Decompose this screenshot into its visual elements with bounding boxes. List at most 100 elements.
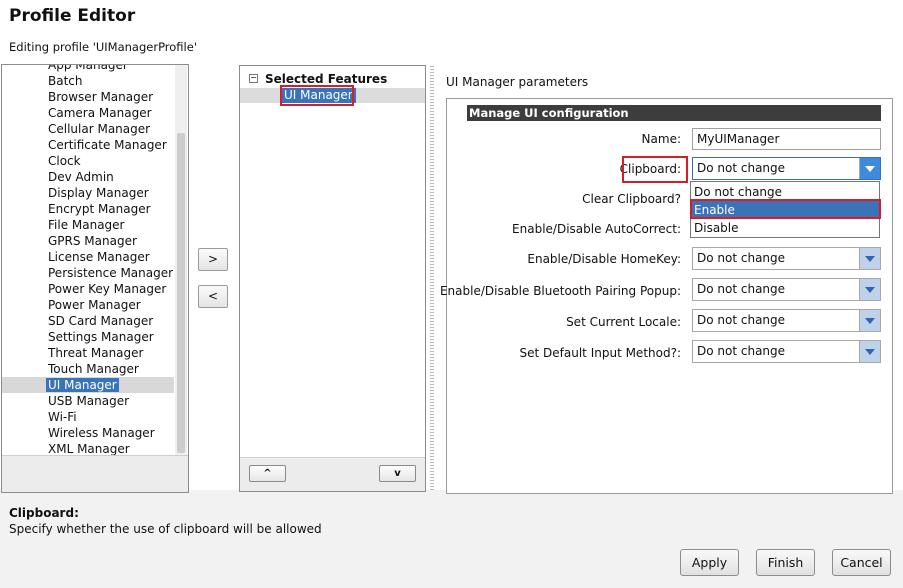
dropdown-arrow-icon[interactable]	[859, 279, 880, 300]
selected-features-tree[interactable]: − Selected Features UI Manager ^ v	[239, 65, 426, 492]
name-label: Name:	[641, 132, 681, 146]
locale-select-value: Do not change	[697, 313, 786, 327]
dropdown-arrow-icon[interactable]	[859, 158, 880, 179]
apply-button[interactable]: Apply	[680, 549, 739, 576]
help-title: Clipboard:	[9, 506, 79, 520]
add-feature-button[interactable]: >	[198, 248, 228, 271]
feature-item-label: Browser Manager	[48, 90, 154, 104]
move-up-button[interactable]: ^	[249, 465, 286, 482]
feature-item-label: Wi-Fi	[48, 410, 77, 424]
feature-item[interactable]: Batch	[2, 73, 174, 89]
available-features-items: App Manager Batch Browser Manager Camera Ma…	[2, 64, 174, 457]
collapse-icon[interactable]: −	[249, 74, 258, 83]
selected-features-header: Selected Features	[265, 72, 388, 86]
feature-item[interactable]: Clock	[2, 153, 174, 169]
input-method-label: Set Default Input Method?:	[519, 346, 681, 360]
feature-item-label: Certificate Manager	[48, 138, 167, 152]
selected-feature-ui-manager[interactable]: UI Manager	[281, 88, 356, 103]
autocorrect-label: Enable/Disable AutoCorrect:	[512, 222, 681, 236]
feature-item-label: Touch Manager	[48, 362, 139, 376]
feature-item[interactable]: Camera Manager	[2, 105, 174, 121]
clipboard-label: Clipboard:	[619, 162, 681, 176]
feature-item[interactable]: Wi-Fi	[2, 409, 174, 425]
feature-item-label: Dev Admin	[48, 170, 114, 184]
feature-item[interactable]: File Manager	[2, 217, 174, 233]
feature-item[interactable]: Display Manager	[2, 185, 174, 201]
feature-item-label: File Manager	[48, 218, 125, 232]
name-input[interactable]: MyUIManager	[692, 128, 881, 150]
homekey-select[interactable]: Do not change	[692, 247, 881, 270]
params-title: UI Manager parameters	[446, 75, 589, 89]
feature-item[interactable]: Persistence Manager	[2, 265, 174, 281]
splitter[interactable]	[430, 66, 434, 492]
tree-footer: ^ v	[240, 457, 425, 491]
feature-item[interactable]: Touch Manager	[2, 361, 174, 377]
bluetooth-select-value: Do not change	[697, 282, 786, 296]
clipboard-dropdown-list[interactable]: Do not change Enable Disable	[690, 181, 880, 238]
feature-item-label: Persistence Manager	[48, 266, 174, 280]
feature-item[interactable]: Power Key Manager	[2, 281, 174, 297]
locale-select[interactable]: Do not change	[692, 309, 881, 332]
feature-item[interactable]: Threat Manager	[2, 345, 174, 361]
homekey-label: Enable/Disable HomeKey:	[527, 252, 681, 266]
clear-clipboard-label: Clear Clipboard?	[582, 192, 681, 206]
move-down-button[interactable]: v	[379, 465, 416, 482]
dialog-title: Profile Editor	[9, 6, 136, 26]
feature-item[interactable]: Encrypt Manager	[2, 201, 174, 217]
feature-item[interactable]: Browser Manager	[2, 89, 174, 105]
feature-item[interactable]: UI Manager	[2, 377, 174, 393]
feature-item[interactable]: Certificate Manager	[2, 137, 174, 153]
feature-item-label: Cellular Manager	[48, 122, 151, 136]
feature-item[interactable]: App Manager	[2, 64, 174, 73]
feature-item-label: License Manager	[48, 250, 150, 264]
option-disable[interactable]: Disable	[691, 219, 879, 237]
input-method-select-value: Do not change	[697, 344, 786, 358]
help-text: Specify whether the use of clipboard wil…	[9, 522, 322, 536]
input-method-select[interactable]: Do not change	[692, 340, 881, 363]
bluetooth-label: Enable/Disable Bluetooth Pairing Popup:	[439, 284, 681, 298]
dropdown-arrow-icon[interactable]	[859, 310, 880, 331]
feature-item-label: UI Manager	[46, 378, 119, 392]
feature-item-label: App Manager	[48, 64, 128, 72]
list-footer	[2, 455, 188, 492]
feature-item-label: GPRS Manager	[48, 234, 137, 248]
feature-item-label: Display Manager	[48, 186, 149, 200]
option-do-not-change[interactable]: Do not change	[691, 183, 879, 201]
cancel-button[interactable]: Cancel	[832, 549, 891, 576]
feature-item-label: Power Key Manager	[48, 282, 167, 296]
feature-item-label: XML Manager	[48, 442, 130, 456]
dialog-subtitle: Editing profile 'UIManagerProfile'	[9, 40, 197, 54]
feature-item-label: Power Manager	[48, 298, 141, 312]
feature-item[interactable]: Cellular Manager	[2, 121, 174, 137]
feature-item-label: Settings Manager	[48, 330, 154, 344]
locale-label: Set Current Locale:	[566, 315, 681, 329]
feature-item-label: Batch	[48, 74, 83, 88]
dropdown-arrow-icon[interactable]	[859, 248, 880, 269]
feature-item[interactable]: Dev Admin	[2, 169, 174, 185]
finish-button[interactable]: Finish	[756, 549, 815, 576]
section-header: Manage UI configuration	[467, 105, 881, 121]
dropdown-arrow-icon[interactable]	[859, 341, 880, 362]
feature-item-label: USB Manager	[48, 394, 130, 408]
option-enable[interactable]: Enable	[691, 201, 879, 219]
clipboard-select[interactable]: Do not change	[692, 157, 881, 180]
feature-item-label: Wireless Manager	[48, 426, 155, 440]
feature-item[interactable]: GPRS Manager	[2, 233, 174, 249]
remove-feature-button[interactable]: <	[198, 285, 228, 308]
scrollbar-thumb[interactable]	[177, 133, 185, 453]
feature-item[interactable]: Settings Manager	[2, 329, 174, 345]
feature-item-label: Threat Manager	[48, 346, 144, 360]
bluetooth-select[interactable]: Do not change	[692, 278, 881, 301]
homekey-select-value: Do not change	[697, 251, 786, 265]
feature-item-label: SD Card Manager	[48, 314, 154, 328]
feature-item-label: Camera Manager	[48, 106, 152, 120]
feature-item[interactable]: Wireless Manager	[2, 425, 174, 441]
feature-item[interactable]: USB Manager	[2, 393, 174, 409]
available-features-list[interactable]: App Manager Batch Browser Manager Camera Ma…	[1, 64, 189, 493]
feature-item-label: Encrypt Manager	[48, 202, 151, 216]
clipboard-select-value: Do not change	[697, 161, 786, 175]
vertical-scrollbar[interactable]	[175, 65, 187, 492]
feature-item[interactable]: License Manager	[2, 249, 174, 265]
feature-item[interactable]: SD Card Manager	[2, 313, 174, 329]
feature-item[interactable]: Power Manager	[2, 297, 174, 313]
